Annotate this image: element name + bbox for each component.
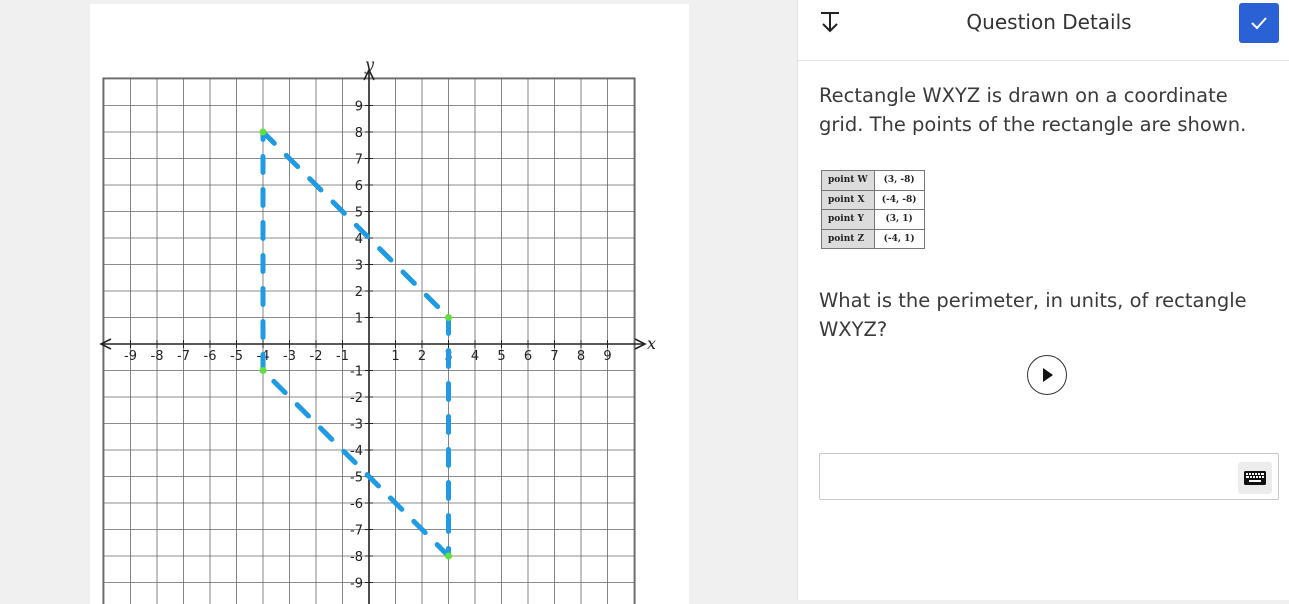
point-coordinates: (-4, -8)	[873, 189, 925, 210]
point-coordinates: (3, 1)	[873, 209, 925, 230]
annotation-point	[259, 367, 267, 374]
y-tick-label: -3	[350, 418, 363, 433]
keyboard-icon	[1244, 471, 1266, 485]
y-tick-label: 7	[355, 153, 363, 168]
annotation-point	[259, 128, 267, 136]
workspace-area: xy-9-8-7-6-5-4-3-2-1123456789987654321-1…	[0, 0, 797, 604]
panel-title: Question Details	[966, 10, 1132, 34]
points-table-row: point X (-4, -8)	[821, 189, 925, 210]
x-tick-label: 8	[577, 349, 585, 364]
y-axis-label: y	[364, 55, 375, 74]
x-tick-label: 4	[471, 349, 479, 364]
point-label: point W	[821, 170, 875, 191]
check-icon	[1251, 17, 1267, 30]
play-icon	[1043, 368, 1053, 382]
x-tick-label: 6	[524, 349, 532, 364]
y-tick-label: 8	[355, 126, 363, 141]
point-label: point Z	[821, 228, 875, 249]
x-tick-label: -3	[283, 349, 296, 364]
points-table-row: point Y (3, 1)	[821, 209, 925, 230]
y-tick-label: -2	[350, 391, 363, 406]
y-tick-label: 2	[355, 285, 363, 300]
x-tick-label: -6	[204, 349, 217, 364]
x-tick-label: -5	[230, 349, 243, 364]
x-tick-label: -2	[310, 349, 323, 364]
point-coordinates: (-4, 1)	[873, 228, 925, 249]
point-label: point Y	[821, 209, 875, 230]
graph-canvas[interactable]: xy-9-8-7-6-5-4-3-2-1123456789987654321-1…	[90, 4, 689, 604]
y-tick-label: -5	[350, 471, 363, 486]
y-tick-label: 9	[355, 100, 363, 115]
submit-check-button[interactable]	[1239, 3, 1279, 43]
x-tick-label: -7	[177, 349, 190, 364]
x-tick-label: -9	[124, 349, 137, 364]
y-tick-label: -1	[350, 365, 363, 380]
y-tick-label: 6	[355, 179, 363, 194]
x-tick-label: 7	[550, 349, 558, 364]
keyboard-button[interactable]	[1238, 462, 1272, 494]
y-tick-label: 3	[355, 259, 363, 274]
x-tick-label: 2	[418, 349, 426, 364]
question-intro-text: Rectangle WXYZ is drawn on a coordinate …	[819, 84, 1247, 136]
coordinate-grid[interactable]: xy-9-8-7-6-5-4-3-2-1123456789987654321-1…	[90, 4, 689, 604]
x-tick-label: -1	[336, 349, 349, 364]
x-tick-label: 1	[391, 349, 399, 364]
x-tick-label: -8	[151, 349, 164, 364]
annotation-point	[445, 552, 452, 560]
x-tick-label: 5	[497, 349, 505, 364]
y-tick-label: 1	[355, 312, 363, 327]
y-tick-label: -6	[350, 497, 363, 512]
points-table-row: point W (3, -8)	[821, 170, 925, 191]
question-prompt-text: What is the perimeter, in units, of rect…	[819, 289, 1247, 341]
question-details-panel: Question Details Rectangle WXYZ is drawn…	[797, 0, 1289, 600]
points-table-row: point Z (-4, 1)	[821, 228, 925, 249]
x-axis-label: x	[647, 334, 656, 353]
play-audio-button[interactable]	[1027, 355, 1067, 395]
point-coordinates: (3, -8)	[873, 170, 925, 191]
point-label: point X	[821, 189, 875, 210]
answer-input[interactable]	[819, 453, 1279, 500]
y-tick-label: -9	[350, 577, 363, 592]
y-tick-label: 5	[355, 206, 363, 221]
x-tick-label: 9	[603, 349, 611, 364]
panel-header: Question Details	[798, 0, 1289, 61]
points-table: point W (3, -8) point X (-4, -8) point Y (3, …	[821, 170, 925, 249]
y-tick-label: -7	[350, 524, 363, 539]
annotation-point	[445, 314, 452, 321]
y-tick-label: -8	[350, 550, 363, 565]
